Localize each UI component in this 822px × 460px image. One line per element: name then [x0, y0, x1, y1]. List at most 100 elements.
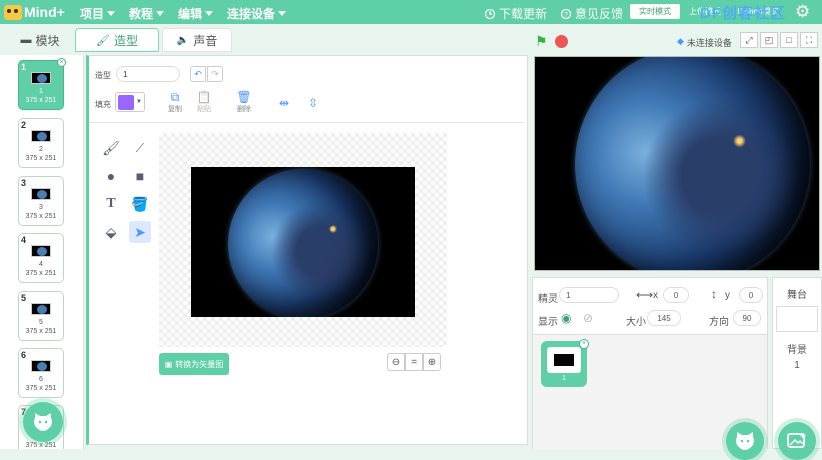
delete-label: 删除 [237, 106, 251, 113]
fill-bucket-icon: 🪣 [131, 195, 149, 212]
size-input[interactable]: 145 [647, 310, 681, 326]
eraser-tool[interactable]: ⬙ [100, 221, 122, 243]
feedback-label: 意见反馈 [575, 7, 624, 21]
cursor-icon: ➤ [134, 223, 146, 240]
square-icon: □ [786, 35, 792, 45]
fill-color-picker[interactable]: ▼ [115, 92, 145, 112]
convert-label: 转换为矢量图 [175, 359, 224, 369]
text-icon: T [106, 196, 116, 211]
cat-icon [34, 413, 52, 431]
rectangle-tool[interactable]: ■ [129, 165, 151, 187]
circle-tool[interactable]: ● [100, 165, 122, 187]
fullscreen-button[interactable]: ⛶ [800, 32, 818, 48]
stage-controls: ⚑ ◆ 未连接设备 ⤢ ◰ □ ⛶ [530, 30, 822, 52]
direction-input[interactable]: 90 [733, 310, 761, 326]
tab-sounds[interactable]: 🔈 声音 [162, 28, 232, 52]
costume-thumbnail [31, 130, 51, 142]
svg-text:?: ? [564, 12, 568, 19]
feedback-button[interactable]: ? 意见反馈 [560, 5, 623, 22]
costume-item[interactable]: 2 2 375 x 251 [18, 118, 64, 168]
brush-tool[interactable]: 🖌 [100, 137, 122, 159]
add-backdrop-button[interactable] [778, 422, 816, 460]
add-sprite-button[interactable] [726, 422, 764, 460]
close-icon[interactable]: × [579, 339, 589, 349]
x-input[interactable]: 0 [663, 287, 689, 303]
drawing-canvas[interactable] [159, 133, 447, 347]
flip-horizontal-button[interactable]: ⇹ [272, 96, 296, 110]
sprite-info-panel: 精灵 1 ⟷ x 0 ↕ y 0 显示 ◉ ⊘ 大小 145 方向 90 × 1 [532, 277, 768, 449]
delete-button[interactable]: 🗑 删除 [232, 90, 256, 114]
close-icon[interactable]: × [57, 58, 66, 67]
menu-project-label: 项目 [80, 7, 105, 21]
flip-horizontal-icon: ⇹ [278, 96, 290, 110]
flip-vertical-button[interactable]: ⇳ [301, 96, 325, 110]
costume-size: 375 x 251 [25, 328, 57, 335]
costume-item[interactable]: 5 5 375 x 251 [18, 291, 64, 341]
eye-off-icon[interactable]: ⊘ [583, 311, 593, 325]
costume-thumbnail [31, 188, 51, 200]
y-input[interactable]: 0 [739, 287, 763, 303]
eye-icon[interactable]: ◉ [561, 311, 571, 325]
copy-button[interactable]: ⧉ 复制 [163, 90, 187, 114]
menu-project[interactable]: 项目 [80, 5, 116, 22]
large-stage-button[interactable]: ◰ [760, 32, 778, 48]
zoom-out-icon: ⊖ [391, 356, 401, 368]
zoom-in-button[interactable]: ⊕ [423, 353, 441, 371]
tab-costumes[interactable]: 🖌 造型 [75, 28, 159, 52]
zoom-reset-button[interactable]: = [405, 353, 423, 371]
green-flag-icon[interactable]: ⚑ [535, 33, 548, 50]
line-tool[interactable]: ⟋ [129, 137, 151, 159]
gear-icon[interactable]: ⚙ [795, 2, 810, 22]
speaker-icon: 🔈 [176, 34, 190, 46]
costume-name-input[interactable]: 1 [116, 66, 180, 82]
rectangle-icon: ■ [135, 168, 145, 184]
redo-button[interactable]: ↷ [207, 66, 223, 82]
costume-size: 375 x 251 [25, 270, 57, 277]
sprite-card[interactable]: × 1 [541, 339, 589, 387]
stop-icon[interactable] [555, 35, 568, 48]
copy-icon: ⧉ [170, 90, 180, 104]
paste-label: 粘贴 [197, 106, 211, 113]
stage-canvas[interactable] [534, 56, 820, 271]
costume-item[interactable]: 3 3 375 x 251 [18, 176, 64, 226]
sprite-card-name: 1 [562, 375, 566, 382]
undo-icon: ↶ [194, 68, 202, 79]
download-update-button[interactable]: 下载更新 [484, 5, 547, 22]
backdrop-label: 背景 [787, 345, 807, 356]
paste-icon: 📋 [196, 90, 212, 104]
sprite-name-input[interactable]: 1 [559, 287, 619, 303]
mode-realtime-button[interactable]: 实时模式 [630, 4, 680, 19]
brush-icon: 🖌 [96, 34, 110, 47]
zoom-out-button[interactable]: ⊖ [387, 353, 405, 371]
paste-button[interactable]: 📋 粘贴 [192, 90, 216, 114]
redo-icon: ↷ [211, 68, 219, 79]
menu-connect-device[interactable]: 连接设备 [227, 5, 287, 22]
costume-number: 2 [21, 120, 27, 130]
normal-stage-button[interactable]: □ [780, 32, 798, 48]
fill-color-swatch [118, 94, 135, 110]
costume-size: 375 x 251 [25, 385, 57, 392]
costume-item[interactable]: 4 4 375 x 251 [18, 233, 64, 283]
costume-name: 2 [39, 146, 43, 153]
add-costume-button[interactable] [23, 402, 63, 442]
fill-tool[interactable]: 🪣 [129, 193, 151, 215]
undo-button[interactable]: ↶ [190, 66, 206, 82]
small-stage-button[interactable]: ⤢ [740, 32, 758, 48]
text-tool[interactable]: T [100, 193, 122, 215]
costume-number: 3 [21, 178, 27, 188]
costume-item[interactable]: 1 × 1 375 x 251 [18, 58, 66, 110]
select-tool[interactable]: ➤ [129, 221, 151, 243]
device-status-label: 未连接设备 [686, 38, 732, 48]
tab-blocks[interactable]: ▬ 模块 [10, 28, 70, 52]
y-label: y [725, 290, 730, 301]
costume-name: 3 [39, 204, 43, 211]
costume-item[interactable]: 6 6 375 x 251 [18, 348, 64, 398]
logo-icon [4, 4, 22, 20]
menu-edit-label: 编辑 [178, 7, 203, 21]
menu-edit[interactable]: 编辑 [178, 5, 214, 22]
tab-sounds-label: 声音 [193, 33, 218, 48]
eraser-icon: ⬙ [105, 223, 117, 240]
caret-down-icon [156, 11, 165, 16]
convert-to-vector-button[interactable]: ▣ 转换为矢量图 [159, 353, 229, 375]
menu-tutorial[interactable]: 教程 [129, 5, 165, 22]
